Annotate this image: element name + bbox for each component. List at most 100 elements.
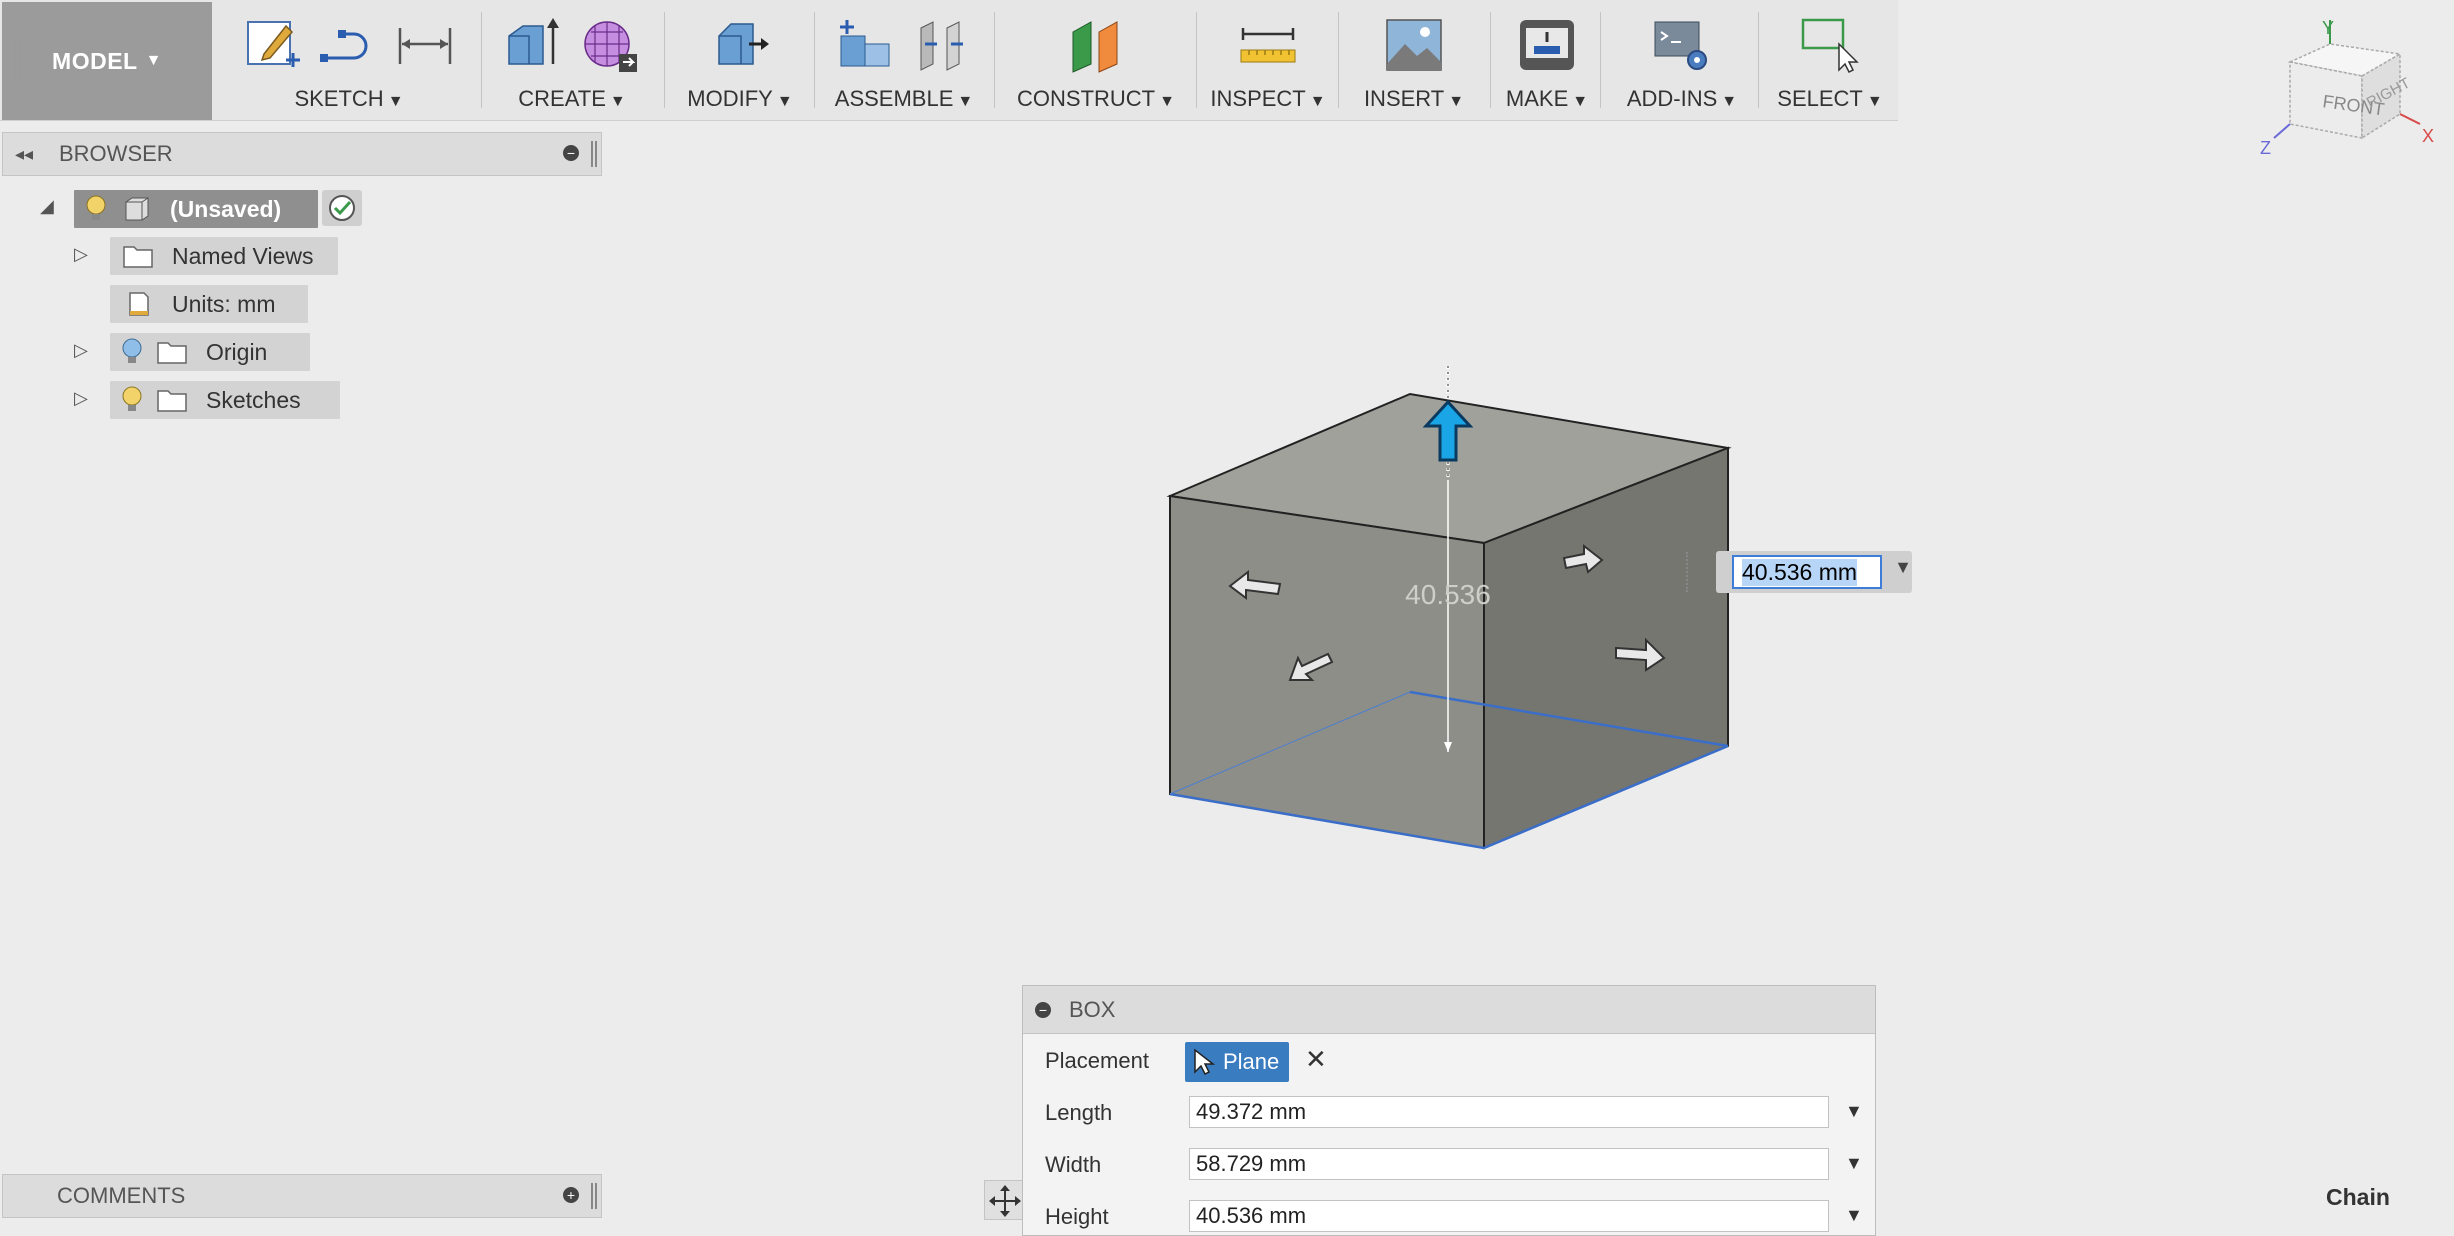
- length-input[interactable]: 49.372 mm: [1189, 1096, 1829, 1128]
- select-group: SELECT ▼: [1762, 0, 1898, 121]
- toolbar-divider: [1600, 12, 1601, 108]
- browser-item-label: Sketches: [206, 386, 301, 413]
- browser-item-sketches[interactable]: Sketches: [110, 381, 340, 419]
- toolbar-divider: [1196, 12, 1197, 108]
- browser-item-label: Units: mm: [172, 290, 276, 317]
- add-comment-icon[interactable]: +: [563, 1187, 579, 1203]
- insert-menu[interactable]: INSERT: [1364, 86, 1444, 111]
- chevron-down-icon[interactable]: ▼: [1310, 93, 1326, 110]
- folder-icon: [157, 342, 187, 364]
- browser-item-label: Named Views: [172, 242, 314, 269]
- toolbar-grip[interactable]: [14, 38, 22, 84]
- browser-item-units[interactable]: Units: mm: [110, 285, 308, 323]
- minimize-icon[interactable]: −: [563, 145, 579, 161]
- chevron-down-icon[interactable]: ▼: [610, 93, 626, 110]
- chevron-down-icon[interactable]: ▼: [957, 93, 973, 110]
- insert-image-icon[interactable]: [1383, 14, 1445, 76]
- select-icon[interactable]: [1799, 14, 1861, 76]
- toolbar: MODEL ▼ SKETCH ▼ CREATE ▼ MODIFY ▼ ASSEM…: [0, 0, 1898, 121]
- chevron-down-icon[interactable]: ▼: [1845, 1205, 1863, 1226]
- offset-plane-icon[interactable]: [1065, 14, 1127, 76]
- browser-item-origin[interactable]: Origin: [110, 333, 310, 371]
- expand-triangle-icon[interactable]: ▷: [74, 340, 88, 361]
- collapse-triangle-icon[interactable]: ◢: [40, 196, 54, 217]
- workspace-menu-button[interactable]: MODEL ▼: [2, 2, 212, 120]
- chevron-down-icon[interactable]: ▼: [1894, 557, 1912, 578]
- toolbar-divider: [481, 12, 482, 108]
- height-input[interactable]: 40.536 mm: [1189, 1200, 1829, 1232]
- construct-menu[interactable]: CONSTRUCT: [1017, 86, 1155, 111]
- width-input[interactable]: 58.729 mm: [1189, 1148, 1829, 1180]
- height-row: Height 40.536 mm ▼: [1023, 1194, 1875, 1236]
- axis-y-label: Y: [2322, 18, 2334, 38]
- collapse-dialog-icon[interactable]: −: [1035, 1001, 1051, 1018]
- make-group: MAKE ▼: [1494, 0, 1600, 121]
- axis-x-label: X: [2422, 126, 2434, 146]
- height-label: Height: [1045, 1204, 1109, 1229]
- chevron-down-icon[interactable]: ▼: [1572, 93, 1588, 110]
- sketch-menu[interactable]: SKETCH: [294, 86, 383, 111]
- inspect-menu[interactable]: INSPECT: [1210, 86, 1305, 111]
- create-sketch-icon[interactable]: [242, 14, 304, 76]
- box-preview-canvas[interactable]: 40.536: [1100, 340, 1820, 880]
- workspace-label: MODEL: [52, 47, 138, 74]
- make-menu[interactable]: MAKE: [1506, 86, 1568, 111]
- chevron-down-icon: ▼: [145, 52, 162, 69]
- view-cube[interactable]: FRONT RIGHT Y Z X: [2260, 14, 2454, 174]
- panel-resize-handle[interactable]: [591, 1183, 597, 1209]
- collapse-browser-icon[interactable]: ◂◂: [15, 144, 41, 165]
- check-circle-icon: [329, 195, 355, 221]
- navigation-bar-handle[interactable]: [984, 1180, 1024, 1220]
- measure-icon[interactable]: [1237, 14, 1299, 76]
- extrude-icon[interactable]: [503, 14, 565, 76]
- scripts-icon[interactable]: [1651, 14, 1713, 76]
- chevron-down-icon[interactable]: ▼: [1721, 93, 1737, 110]
- visibility-bulb-icon[interactable]: [120, 337, 144, 367]
- press-pull-icon[interactable]: [709, 14, 771, 76]
- chevron-down-icon[interactable]: ▼: [777, 93, 793, 110]
- folder-icon: [123, 246, 153, 268]
- toolbar-divider: [814, 12, 815, 108]
- expand-triangle-icon[interactable]: ▷: [74, 388, 88, 409]
- clear-placement-icon[interactable]: ✕: [1305, 1044, 1327, 1075]
- add-ins-menu[interactable]: ADD-INS: [1627, 86, 1717, 111]
- width-label: Width: [1045, 1152, 1102, 1177]
- modify-group: MODIFY ▼: [668, 0, 812, 121]
- new-component-icon[interactable]: [835, 14, 897, 76]
- construct-group: CONSTRUCT ▼: [998, 0, 1194, 121]
- activate-check-button[interactable]: [322, 190, 362, 226]
- chevron-down-icon[interactable]: ▼: [1845, 1101, 1863, 1122]
- browser-root-node[interactable]: (Unsaved): [74, 190, 318, 228]
- create-menu[interactable]: CREATE: [518, 86, 606, 111]
- height-dimension-field[interactable]: 40.536 mm: [1732, 555, 1882, 589]
- create-group: CREATE ▼: [484, 0, 660, 121]
- visibility-bulb-icon[interactable]: [84, 194, 108, 224]
- panel-resize-handle[interactable]: [591, 141, 597, 167]
- chevron-down-icon[interactable]: ▼: [388, 93, 404, 110]
- modify-menu[interactable]: MODIFY: [687, 86, 773, 111]
- chevron-down-icon[interactable]: ▼: [1448, 93, 1464, 110]
- expand-triangle-icon[interactable]: ▷: [74, 244, 88, 265]
- joint-icon[interactable]: [911, 14, 973, 76]
- sketch-dimension-icon[interactable]: [394, 14, 456, 76]
- chain-selection-label[interactable]: Chain: [2326, 1184, 2390, 1211]
- browser-header[interactable]: ◂◂ BROWSER −: [2, 132, 602, 176]
- box-front-face[interactable]: [1169, 494, 1485, 850]
- select-menu[interactable]: SELECT: [1777, 86, 1863, 111]
- assemble-menu[interactable]: ASSEMBLE: [835, 86, 954, 111]
- comments-header[interactable]: COMMENTS +: [2, 1174, 602, 1218]
- form-icon[interactable]: [579, 14, 641, 76]
- line-spline-icon[interactable]: [318, 14, 380, 76]
- box-dialog-header[interactable]: − BOX: [1023, 986, 1875, 1034]
- chevron-down-icon[interactable]: ▼: [1867, 93, 1883, 110]
- placement-plane-button[interactable]: Plane: [1185, 1042, 1289, 1082]
- drag-handle[interactable]: [1686, 552, 1692, 592]
- height-dimension-value: 40.536 mm: [1742, 558, 1858, 586]
- chevron-down-icon[interactable]: ▼: [1845, 1153, 1863, 1174]
- chevron-down-icon[interactable]: ▼: [1159, 93, 1175, 110]
- 3d-print-icon[interactable]: [1516, 14, 1578, 76]
- browser-item-named-views[interactable]: Named Views: [110, 237, 338, 275]
- height-dimension-input[interactable]: 40.536 mm ▼: [1686, 551, 1912, 593]
- move-icon: [989, 1185, 1021, 1217]
- visibility-bulb-icon[interactable]: [120, 385, 144, 415]
